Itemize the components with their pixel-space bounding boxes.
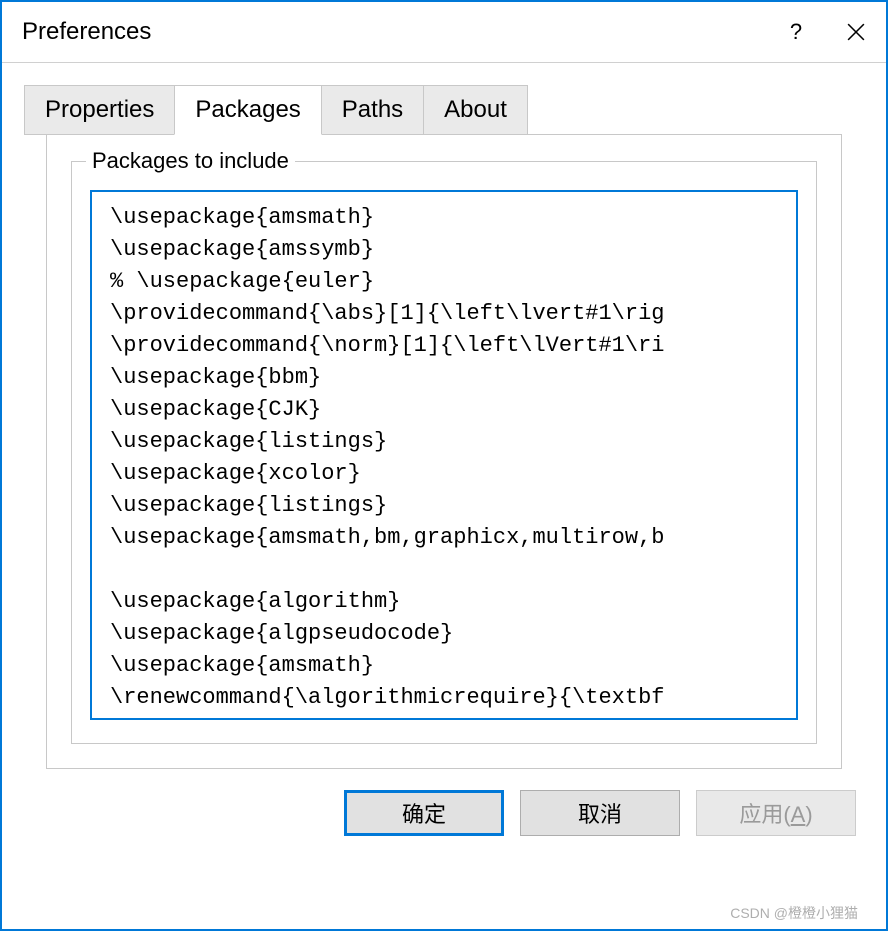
packages-fieldset: Packages to include bbox=[71, 161, 817, 744]
apply-button: 应用(A) bbox=[696, 790, 856, 836]
tab-about[interactable]: About bbox=[423, 85, 528, 135]
tab-content-panel: Packages to include bbox=[46, 134, 842, 769]
packages-textarea[interactable] bbox=[90, 190, 798, 720]
ok-button[interactable]: 确定 bbox=[344, 790, 504, 836]
apply-button-label: 应用(A) bbox=[739, 797, 812, 829]
cancel-button[interactable]: 取消 bbox=[520, 790, 680, 836]
help-button[interactable]: ? bbox=[766, 2, 826, 62]
watermark: CSDN @橙橙小狸猫 bbox=[730, 903, 858, 923]
close-button[interactable] bbox=[826, 2, 886, 62]
help-icon: ? bbox=[790, 19, 802, 45]
tab-paths[interactable]: Paths bbox=[321, 85, 424, 135]
tab-area: Properties Packages Paths About Packages… bbox=[2, 63, 886, 770]
titlebar: Preferences ? bbox=[2, 2, 886, 62]
window-title: Preferences bbox=[22, 18, 766, 46]
packages-legend: Packages to include bbox=[86, 148, 295, 174]
tabs: Properties Packages Paths About bbox=[24, 85, 864, 135]
tab-packages[interactable]: Packages bbox=[174, 85, 321, 135]
dialog-button-row: 确定 取消 应用(A) bbox=[2, 770, 886, 862]
tab-properties[interactable]: Properties bbox=[24, 85, 175, 135]
close-icon bbox=[847, 23, 865, 41]
titlebar-actions: ? bbox=[766, 2, 886, 62]
